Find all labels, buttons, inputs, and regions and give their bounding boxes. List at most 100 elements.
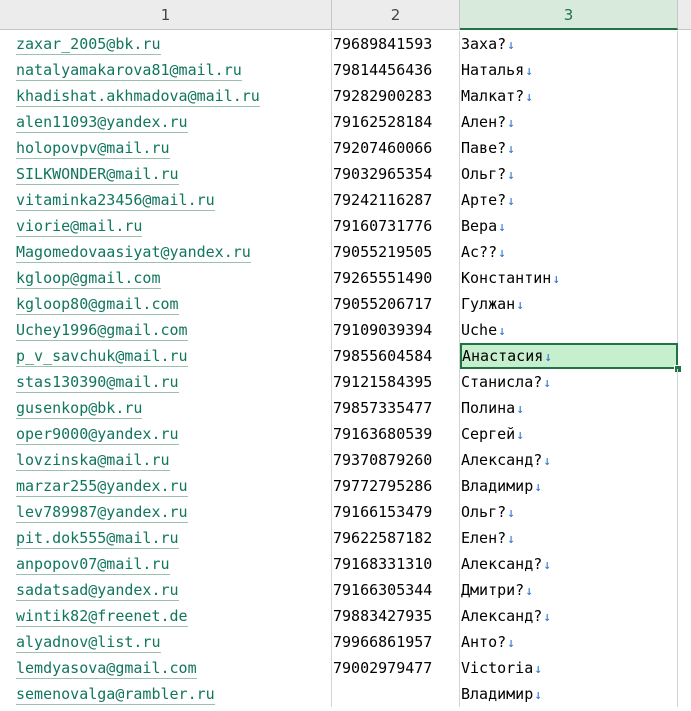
name-cell[interactable]: Константин↓ (460, 265, 678, 291)
phone-cell[interactable]: 79162528184 (332, 109, 460, 135)
empty-cell[interactable] (678, 213, 691, 239)
phone-cell[interactable]: 79168331310 (332, 551, 460, 577)
email-link[interactable]: lemdyasova@gmail.com (16, 659, 197, 679)
email-cell[interactable]: oper9000@yandex.ru (0, 421, 332, 447)
email-link[interactable]: p_v_savchuk@mail.ru (16, 347, 188, 367)
name-cell[interactable]: Ольг?↓ (460, 499, 678, 525)
empty-cell[interactable] (678, 369, 691, 395)
phone-cell[interactable]: 79265551490 (332, 265, 460, 291)
empty-cell[interactable] (678, 317, 691, 343)
email-link[interactable]: Magomedovaasiyat@yandex.ru (16, 243, 251, 263)
name-cell[interactable]: Ас??↓ (460, 239, 678, 265)
email-link[interactable]: pit.dok555@mail.ru (16, 529, 179, 549)
email-cell[interactable]: kgloop@gmail.com (0, 265, 332, 291)
email-cell[interactable]: p_v_savchuk@mail.ru (0, 343, 332, 369)
phone-cell[interactable]: 79032965354 (332, 161, 460, 187)
empty-cell[interactable] (678, 525, 691, 551)
email-link[interactable]: lovzinska@mail.ru (16, 451, 170, 471)
column-header-3[interactable]: 3 (460, 0, 678, 30)
name-cell[interactable]: Заха?↓ (460, 31, 678, 57)
name-cell[interactable]: Паве?↓ (460, 135, 678, 161)
name-cell[interactable]: Гулжан↓ (460, 291, 678, 317)
empty-cell[interactable] (678, 109, 691, 135)
column-header-2[interactable]: 2 (332, 0, 460, 30)
email-cell[interactable]: marzar255@yandex.ru (0, 473, 332, 499)
email-cell[interactable]: alyadnov@list.ru (0, 629, 332, 655)
phone-cell[interactable]: 79160731776 (332, 213, 460, 239)
email-link[interactable]: Uchey1996@gmail.com (16, 321, 188, 341)
selected-name-cell[interactable]: Анастасия↓ (460, 343, 678, 369)
email-cell[interactable]: vitaminka23456@mail.ru (0, 187, 332, 213)
email-link[interactable]: SILKWONDER@mail.ru (16, 165, 179, 185)
email-link[interactable]: khadishat.akhmadova@mail.ru (16, 87, 260, 107)
email-cell[interactable]: SILKWONDER@mail.ru (0, 161, 332, 187)
email-cell[interactable]: Uchey1996@gmail.com (0, 317, 332, 343)
name-cell[interactable]: Victoria↓ (460, 655, 678, 681)
email-cell[interactable]: viorie@mail.ru (0, 213, 332, 239)
name-cell[interactable]: Вера↓ (460, 213, 678, 239)
email-link[interactable]: alyadnov@list.ru (16, 633, 161, 653)
name-cell[interactable]: Елен?↓ (460, 525, 678, 551)
email-cell[interactable]: khadishat.akhmadova@mail.ru (0, 83, 332, 109)
email-link[interactable]: anpopov07@mail.ru (16, 555, 170, 575)
email-link[interactable]: gusenkop@bk.ru (16, 399, 143, 419)
email-link[interactable]: alen11093@yandex.ru (16, 113, 188, 133)
phone-cell[interactable]: 79055206717 (332, 291, 460, 317)
phone-cell[interactable]: 79166153479 (332, 499, 460, 525)
phone-cell[interactable]: 79207460066 (332, 135, 460, 161)
empty-cell[interactable] (678, 57, 691, 83)
empty-cell[interactable] (678, 265, 691, 291)
email-link[interactable]: viorie@mail.ru (16, 217, 143, 237)
phone-cell[interactable]: 79857335477 (332, 395, 460, 421)
email-link[interactable]: sadatsad@yandex.ru (16, 581, 179, 601)
name-cell[interactable]: Александ?↓ (460, 603, 678, 629)
email-link[interactable]: oper9000@yandex.ru (16, 425, 179, 445)
empty-cell[interactable] (678, 629, 691, 655)
name-cell[interactable]: Uche↓ (460, 317, 678, 343)
phone-cell[interactable]: 79370879260 (332, 447, 460, 473)
name-cell[interactable]: Ален?↓ (460, 109, 678, 135)
phone-cell[interactable]: 79282900283 (332, 83, 460, 109)
name-cell[interactable]: Анто?↓ (460, 629, 678, 655)
empty-cell[interactable] (678, 447, 691, 473)
email-link[interactable]: wintik82@freenet.de (16, 607, 188, 627)
email-cell[interactable]: lovzinska@mail.ru (0, 447, 332, 473)
empty-cell[interactable] (678, 655, 691, 681)
name-cell[interactable]: Александ?↓ (460, 447, 678, 473)
email-cell[interactable]: sadatsad@yandex.ru (0, 577, 332, 603)
email-cell[interactable]: alen11093@yandex.ru (0, 109, 332, 135)
name-cell[interactable]: Владимир↓ (460, 681, 678, 707)
empty-cell[interactable] (678, 291, 691, 317)
email-cell[interactable]: gusenkop@bk.ru (0, 395, 332, 421)
phone-cell[interactable]: 79166305344 (332, 577, 460, 603)
phone-cell[interactable]: 79883427935 (332, 603, 460, 629)
empty-cell[interactable] (678, 395, 691, 421)
empty-cell[interactable] (678, 161, 691, 187)
empty-cell[interactable] (678, 603, 691, 629)
empty-cell[interactable] (678, 681, 691, 707)
email-link[interactable]: marzar255@yandex.ru (16, 477, 188, 497)
phone-cell[interactable]: 79966861957 (332, 629, 460, 655)
name-cell[interactable]: Полина↓ (460, 395, 678, 421)
email-link[interactable]: holopovpv@mail.ru (16, 139, 170, 159)
phone-cell[interactable]: 79121584395 (332, 369, 460, 395)
name-cell[interactable]: Станисла?↓ (460, 369, 678, 395)
email-link[interactable]: stas130390@mail.ru (16, 373, 179, 393)
email-link[interactable]: natalyamakarova81@mail.ru (16, 61, 242, 81)
phone-cell[interactable]: 79622587182 (332, 525, 460, 551)
email-cell[interactable]: stas130390@mail.ru (0, 369, 332, 395)
column-header-1[interactable]: 1 (0, 0, 332, 30)
phone-cell[interactable]: 79163680539 (332, 421, 460, 447)
empty-cell[interactable] (678, 239, 691, 265)
name-cell[interactable]: Ольг?↓ (460, 161, 678, 187)
empty-cell[interactable] (678, 473, 691, 499)
email-link[interactable]: zaxar_2005@bk.ru (16, 35, 161, 55)
empty-cell[interactable] (678, 421, 691, 447)
email-link[interactable]: semenovalga@rambler.ru (16, 685, 215, 705)
phone-cell[interactable]: 79242116287 (332, 187, 460, 213)
phone-cell[interactable]: 79814456436 (332, 57, 460, 83)
email-cell[interactable]: holopovpv@mail.ru (0, 135, 332, 161)
name-cell[interactable]: Малкат?↓ (460, 83, 678, 109)
phone-cell[interactable]: 79002979477 (332, 655, 460, 681)
phone-cell[interactable]: 79689841593 (332, 31, 460, 57)
